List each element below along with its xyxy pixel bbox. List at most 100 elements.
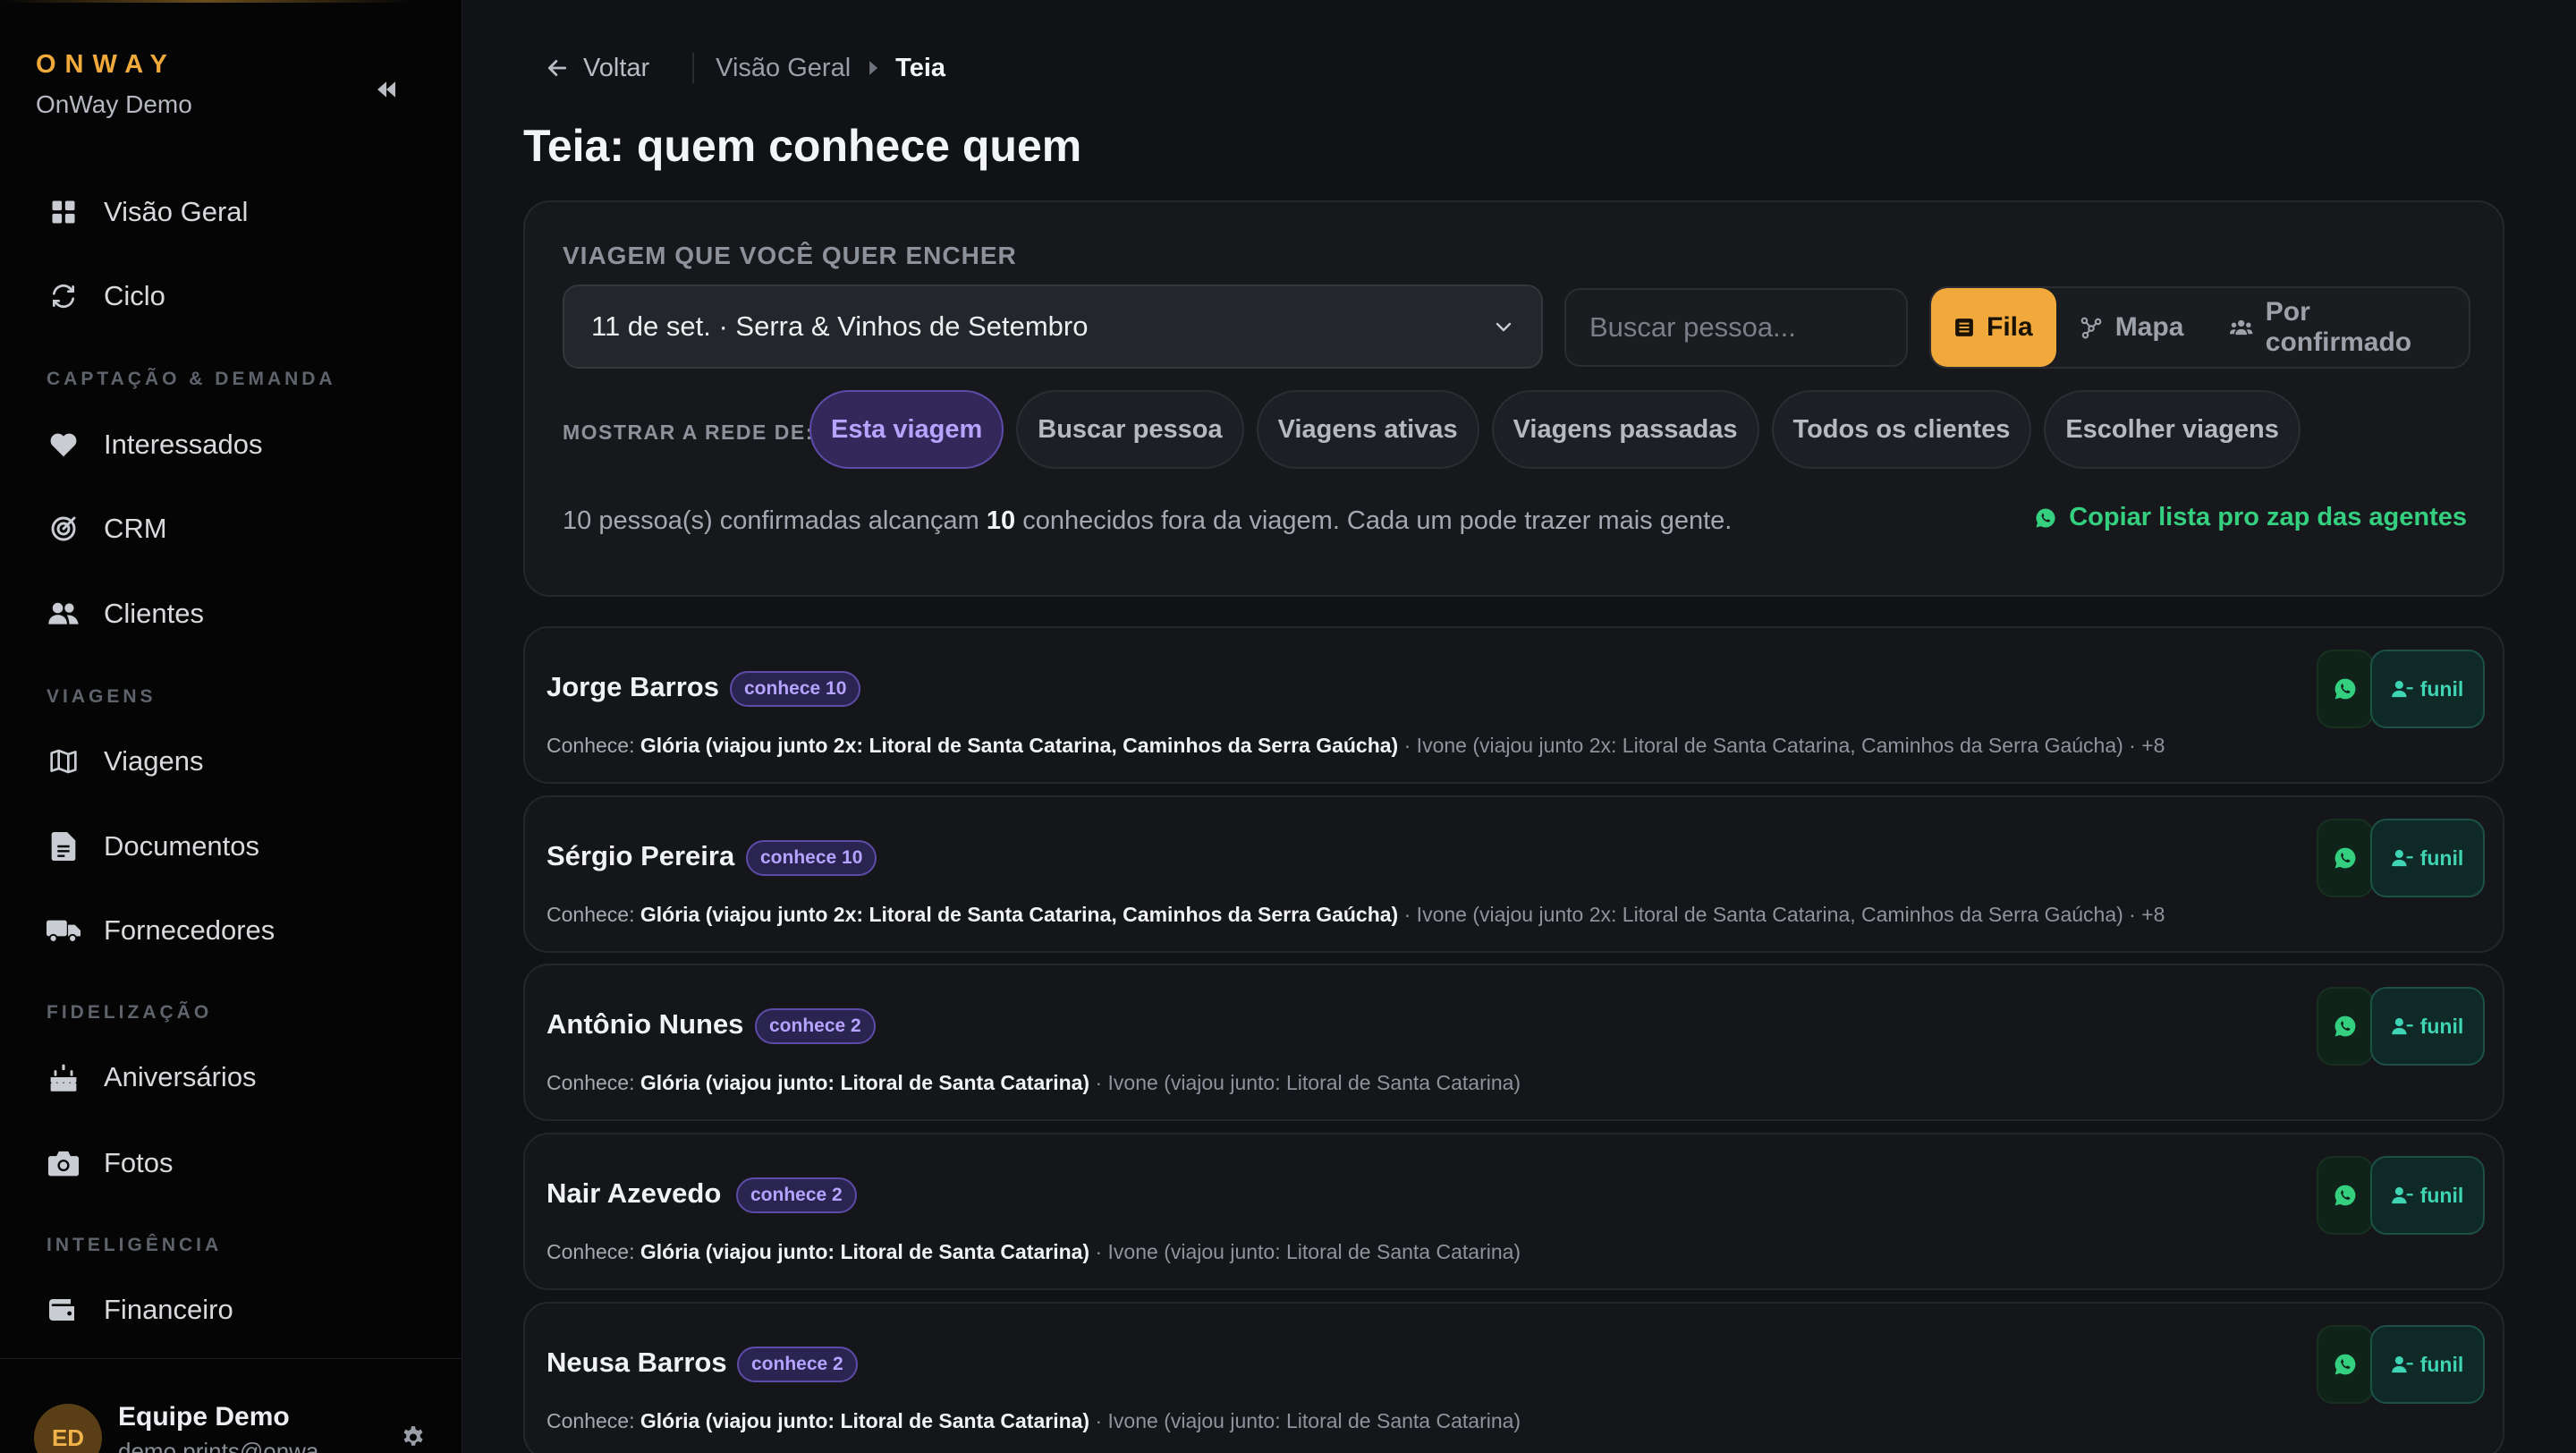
- settings-button[interactable]: [397, 1422, 429, 1453]
- person-name[interactable]: Sérgio Pereira: [547, 840, 734, 872]
- person-name[interactable]: Antônio Nunes: [547, 1008, 743, 1041]
- collapse-sidebar-button[interactable]: [369, 72, 404, 107]
- network-filter-chips: Esta viagem Buscar pessoa Viagens ativas…: [809, 390, 2301, 469]
- trip-select-label: VIAGEM QUE VOCÊ QUER ENCHER: [563, 242, 1017, 269]
- knows-count-badge: conhece 10: [746, 840, 877, 876]
- map-icon: [47, 744, 80, 778]
- knows-count-badge: conhece 10: [730, 671, 861, 707]
- person-name[interactable]: Neusa Barros: [547, 1347, 727, 1379]
- target-icon: [47, 512, 80, 546]
- summary-count: 10: [986, 506, 1016, 535]
- truck-icon: [47, 913, 80, 947]
- nav-section-viagens: VIAGENS: [47, 686, 157, 707]
- sidebar-item-label: Visão Geral: [104, 196, 249, 227]
- summary-post: conhecidos fora da viagem. Cada um pode …: [1022, 506, 1733, 535]
- person-card: Antônio Nunes conhece 2 Conhece: Glória …: [523, 964, 2504, 1121]
- add-to-funnel-button[interactable]: funil: [2370, 819, 2485, 897]
- user-plus-icon: [2391, 1017, 2413, 1035]
- knows-label: Conhece:: [547, 1409, 635, 1432]
- known-people: Conhece: Glória (viajou junto: Litoral d…: [547, 1071, 1521, 1095]
- sidebar-item-crm[interactable]: CRM: [47, 506, 167, 551]
- chip-todos-clientes[interactable]: Todos os clientes: [1771, 390, 2032, 469]
- whatsapp-button[interactable]: [2317, 1156, 2374, 1235]
- trip-select-value: 11 de set. · Serra & Vinhos de Setembro: [591, 310, 1089, 342]
- funil-label: funil: [2419, 676, 2464, 701]
- group-icon: [2230, 319, 2253, 336]
- chip-viagens-ativas[interactable]: Viagens ativas: [1256, 390, 1479, 469]
- person-name[interactable]: Jorge Barros: [547, 671, 719, 703]
- sidebar-item-ciclo[interactable]: Ciclo: [47, 274, 165, 319]
- sidebar-item-aniversarios[interactable]: Aniversários: [47, 1055, 257, 1100]
- brand: ONWAY OnWay Demo: [36, 50, 192, 119]
- nav-section-inteligencia: INTELIGÊNCIA: [47, 1235, 223, 1255]
- person-card: Sérgio Pereira conhece 10 Conhece: Glóri…: [523, 795, 2504, 953]
- add-to-funnel-button[interactable]: funil: [2370, 1325, 2485, 1404]
- known-first: Glória (viajou junto: Litoral de Santa C…: [640, 1240, 1090, 1263]
- known-people: Conhece: Glória (viajou junto: Litoral d…: [547, 1409, 1521, 1433]
- sidebar-item-viagens[interactable]: Viagens: [47, 739, 203, 784]
- search-person-input[interactable]: [1564, 288, 1908, 367]
- user-plus-icon: [2391, 680, 2413, 698]
- whatsapp-button[interactable]: [2317, 819, 2374, 897]
- whatsapp-icon: [2334, 1185, 2356, 1206]
- chevron-right-icon: [867, 60, 879, 76]
- view-mapa-button[interactable]: Mapa: [2056, 288, 2207, 367]
- known-rest: · Ivone (viajou junto: Litoral de Santa …: [1089, 1240, 1521, 1263]
- person-name[interactable]: Nair Azevedo: [547, 1177, 721, 1210]
- whatsapp-icon: [2334, 1015, 2356, 1037]
- sidebar-item-fotos[interactable]: Fotos: [47, 1141, 174, 1185]
- copy-list-button[interactable]: Copiar lista pro zap das agentes: [2035, 503, 2467, 532]
- funil-label: funil: [2419, 1014, 2464, 1038]
- sidebar-item-documentos[interactable]: Documentos: [47, 824, 259, 869]
- chip-buscar-pessoa[interactable]: Buscar pessoa: [1016, 390, 1244, 469]
- breadcrumb-visao-geral[interactable]: Visão Geral: [716, 54, 851, 83]
- chip-viagens-passadas[interactable]: Viagens passadas: [1491, 390, 1759, 469]
- sidebar-item-label: Ciclo: [104, 280, 165, 311]
- user-name: Equipe Demo: [118, 1402, 290, 1432]
- user-plus-icon: [2391, 849, 2413, 867]
- whatsapp-button[interactable]: [2317, 1325, 2374, 1404]
- view-fila-label: Fila: [1987, 312, 2033, 342]
- network-filter-label: MOSTRAR A REDE DE:: [563, 421, 814, 444]
- trip-select[interactable]: 11 de set. · Serra & Vinhos de Setembro: [563, 285, 1543, 369]
- gear-icon: [403, 1426, 423, 1446]
- camera-icon: [47, 1146, 80, 1180]
- brand-subtitle: OnWay Demo: [36, 90, 192, 118]
- funil-label: funil: [2419, 1352, 2464, 1376]
- whatsapp-button[interactable]: [2317, 987, 2374, 1066]
- view-fila-button[interactable]: Fila: [1931, 288, 2056, 367]
- sidebar-item-visao-geral[interactable]: Visão Geral: [47, 190, 248, 234]
- person-card: Neusa Barros conhece 2 Conhece: Glória (…: [523, 1302, 2504, 1453]
- sidebar-item-label: Aniversários: [104, 1061, 257, 1092]
- sidebar-item-label: Clientes: [104, 598, 204, 629]
- whatsapp-button[interactable]: [2317, 650, 2374, 728]
- filter-card: VIAGEM QUE VOCÊ QUER ENCHER 11 de set. ·…: [523, 200, 2504, 597]
- known-rest: · Ivone (viajou junto: Litoral de Santa …: [1089, 1071, 1521, 1094]
- sidebar-item-financeiro[interactable]: Financeiro: [47, 1287, 233, 1332]
- wallet-icon: [47, 1293, 80, 1327]
- breadcrumb-current: Teia: [895, 53, 946, 82]
- sidebar-item-interessados[interactable]: Interessados: [47, 422, 263, 467]
- known-first: Glória (viajou junto 2x: Litoral de Sant…: [640, 903, 1399, 926]
- add-to-funnel-button[interactable]: funil: [2370, 987, 2485, 1066]
- knows-label: Conhece:: [547, 1071, 635, 1094]
- add-to-funnel-button[interactable]: funil: [2370, 650, 2485, 728]
- sidebar-item-label: Fotos: [104, 1147, 174, 1178]
- known-people: Conhece: Glória (viajou junto 2x: Litora…: [547, 734, 2165, 758]
- sidebar-accent-line: [0, 0, 411, 3]
- sidebar-item-label: Documentos: [104, 830, 260, 862]
- sidebar-item-clientes[interactable]: Clientes: [47, 591, 204, 636]
- view-confirmado-button[interactable]: Por confirmado: [2207, 288, 2469, 367]
- chip-escolher-viagens[interactable]: Escolher viagens: [2044, 390, 2301, 469]
- known-rest: · Ivone (viajou junto 2x: Litoral de San…: [1398, 734, 2165, 757]
- person-card: Nair Azevedo conhece 2 Conhece: Glória (…: [523, 1133, 2504, 1290]
- sidebar-item-fornecedores[interactable]: Fornecedores: [47, 908, 275, 953]
- knows-label: Conhece:: [547, 734, 635, 757]
- funil-label: funil: [2419, 1183, 2464, 1207]
- back-button[interactable]: Voltar: [546, 54, 649, 83]
- cycle-icon: [47, 279, 80, 313]
- nav-section-fidelizacao: FIDELIZAÇÃO: [47, 1002, 213, 1023]
- chip-esta-viagem[interactable]: Esta viagem: [809, 390, 1004, 469]
- add-to-funnel-button[interactable]: funil: [2370, 1156, 2485, 1235]
- avatar[interactable]: ED: [34, 1404, 102, 1453]
